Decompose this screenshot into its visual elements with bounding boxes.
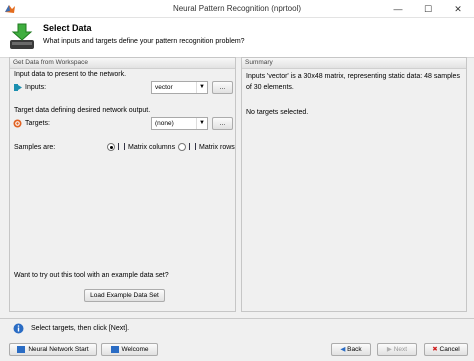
cancel-icon: ✖ — [432, 346, 438, 353]
next-button[interactable]: ▶ Next — [377, 343, 417, 356]
divider — [0, 318, 474, 319]
matrix-rows-label[interactable]: Matrix rows — [199, 144, 235, 151]
matrix-columns-icon — [118, 143, 125, 150]
matrix-rows-radio[interactable] — [178, 143, 186, 151]
targets-browse-button[interactable]: ... — [212, 117, 233, 130]
welcome-icon — [110, 345, 119, 353]
back-arrow-icon: ◀ — [340, 346, 346, 353]
inputs-select[interactable]: vector ▼ — [151, 81, 208, 94]
back-button[interactable]: ◀ Back — [331, 343, 371, 356]
status-message: Select targets, then click [Next]. — [31, 325, 130, 332]
page-title: Select Data — [43, 23, 92, 33]
summary-panel-title: Summary — [242, 58, 466, 69]
inputs-section-label: Input data to present to the network. — [14, 71, 127, 78]
nn-start-icon — [17, 345, 26, 353]
summary-panel: Summary — [241, 57, 467, 312]
welcome-button[interactable]: Welcome — [101, 343, 158, 356]
next-label: Next — [393, 346, 408, 353]
example-prompt: Want to try out this tool with an exampl… — [14, 272, 169, 279]
page-subtitle: What inputs and targets define your patt… — [43, 38, 245, 45]
chevron-down-icon: ▼ — [196, 118, 207, 129]
targets-select-value: (none) — [155, 120, 174, 127]
maximize-button[interactable]: ☐ — [414, 0, 442, 18]
info-icon — [13, 323, 24, 334]
matrix-columns-radio[interactable] — [107, 143, 115, 151]
nn-start-label: Neural Network Start — [28, 346, 89, 353]
inputs-label: Inputs: — [25, 84, 47, 91]
inputs-select-value: vector — [155, 84, 173, 91]
targets-label: Targets: — [25, 120, 50, 127]
neural-network-start-button[interactable]: Neural Network Start — [9, 343, 97, 356]
next-arrow-icon: ▶ — [386, 346, 392, 353]
welcome-label: Welcome — [121, 346, 149, 353]
matrix-rows-icon — [189, 143, 196, 150]
cancel-label: Cancel — [439, 346, 460, 353]
inputs-summary-text: Inputs 'vector' is a 30x48 matrix, repre… — [246, 73, 460, 91]
cancel-button[interactable]: ✖ Cancel — [424, 343, 468, 356]
targets-icon — [13, 119, 22, 128]
minimize-button[interactable]: — — [384, 0, 412, 18]
data-import-icon — [8, 22, 36, 52]
chevron-down-icon: ▼ — [196, 82, 207, 93]
targets-select[interactable]: (none) ▼ — [151, 117, 208, 130]
targets-section-label: Target data defining desired network out… — [14, 107, 151, 114]
samples-label: Samples are: — [14, 144, 56, 151]
matrix-columns-label[interactable]: Matrix columns — [128, 144, 175, 151]
targets-summary-text: No targets selected. — [246, 109, 309, 116]
close-window-button[interactable]: ✕ — [444, 0, 472, 18]
workspace-panel-title: Get Data from Workspace — [10, 58, 235, 69]
back-label: Back — [347, 346, 362, 353]
load-example-button[interactable]: Load Example Data Set — [84, 289, 165, 302]
inputs-browse-button[interactable]: ... — [212, 81, 233, 94]
inputs-icon — [14, 83, 22, 92]
